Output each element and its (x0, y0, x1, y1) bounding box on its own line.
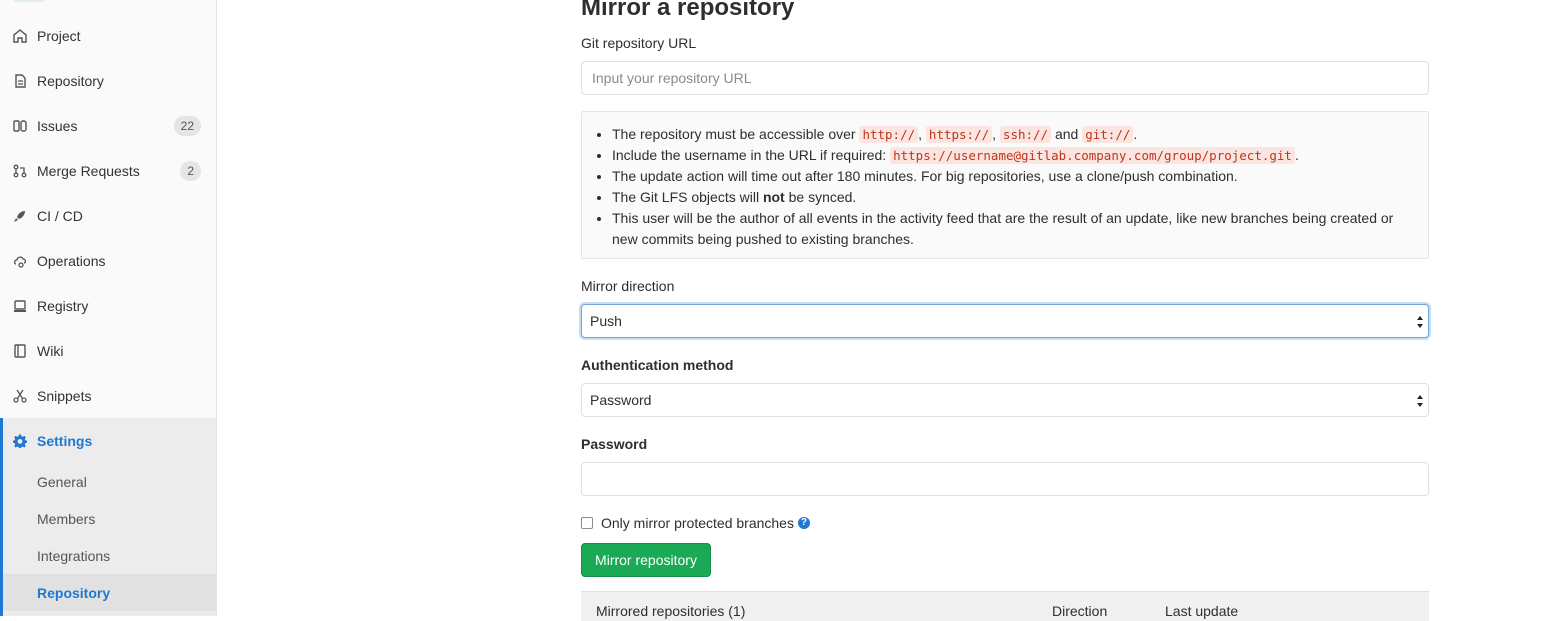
sidebar-item-issues[interactable]: Issues 22 (0, 103, 216, 148)
sidebar-item-label: Settings (37, 432, 93, 449)
auth-method-value: Password (590, 392, 652, 408)
password-input[interactable] (581, 462, 1429, 496)
merge-requests-count-badge: 2 (180, 160, 201, 181)
book-icon (13, 343, 27, 358)
sidebar-item-project[interactable]: Project (0, 13, 216, 58)
cloud-gear-icon (13, 254, 27, 268)
sidebar-item-label: Repository (37, 72, 104, 89)
password-label: Password (581, 436, 648, 452)
select-arrows-icon (1417, 316, 1423, 328)
home-icon (13, 28, 27, 43)
sidebar-item-label: Merge Requests (37, 162, 140, 179)
issues-count-badge: 22 (173, 115, 201, 136)
rocket-icon (13, 209, 27, 223)
submenu-item-integrations[interactable]: Integrations (3, 537, 216, 574)
code-example-url: https://username@gitlab.company.com/grou… (890, 147, 1295, 164)
protected-branches-label[interactable]: Only mirror protected branches (601, 515, 794, 531)
help-icon[interactable]: ? (797, 517, 810, 529)
sidebar-item-label: Project (37, 27, 81, 44)
protected-branches-checkbox[interactable] (581, 517, 593, 529)
column-header-direction: Direction (1052, 603, 1108, 619)
info-box: The repository must be accessible over h… (581, 111, 1429, 259)
sidebar-item-merge-requests[interactable]: Merge Requests 2 (0, 148, 216, 193)
sidebar-item-label: Registry (37, 297, 89, 314)
submenu-item-repository[interactable]: Repository (3, 574, 216, 611)
code-https: https:// (925, 126, 993, 143)
mirror-repository-button[interactable]: Mirror repository (581, 543, 711, 577)
sidebar-item-settings[interactable]: Settings (0, 418, 216, 463)
merge-icon (13, 164, 27, 178)
info-line-author: This user will be the author of all even… (612, 208, 1413, 250)
sidebar-item-wiki[interactable]: Wiki (0, 328, 216, 373)
mirror-direction-value: Push (590, 313, 622, 329)
info-line-lfs: The Git LFS objects will not be synced. (612, 187, 1413, 208)
submenu-item-general[interactable]: General (3, 463, 216, 500)
settings-submenu: General Members Integrations Repository (0, 463, 216, 616)
auth-method-label: Authentication method (581, 357, 734, 373)
code-git: git:// (1082, 126, 1134, 143)
url-label: Git repository URL (581, 35, 697, 51)
column-header-last-update: Last update (1165, 603, 1239, 619)
sidebar-item-label: Issues (37, 117, 78, 134)
sidebar-item-ci-cd[interactable]: CI / CD (0, 193, 216, 238)
column-header-repositories: Mirrored repositories (1) (596, 603, 746, 619)
sidebar-item-label: Snippets (37, 387, 92, 404)
repository-url-input[interactable] (581, 61, 1429, 95)
page-title: Mirror a repository (581, 0, 795, 21)
gear-icon (13, 434, 27, 448)
sidebar-item-label: Operations (37, 252, 106, 269)
sidebar-item-label: CI / CD (37, 207, 83, 224)
protected-branches-row: Only mirror protected branches ? (581, 515, 810, 531)
code-ssh: ssh:// (999, 126, 1052, 143)
auth-method-select[interactable]: Password (581, 383, 1429, 417)
sidebar: Project Repository Issues 22 Merge Reque… (0, 0, 217, 616)
info-line-username: Include the username in the URL if requi… (612, 145, 1413, 166)
scissors-icon (13, 389, 27, 403)
sidebar-item-operations[interactable]: Operations (0, 238, 216, 283)
disk-icon (13, 299, 27, 313)
sidebar-item-label: Wiki (37, 342, 64, 359)
issues-icon (13, 119, 27, 133)
sidebar-item-snippets[interactable]: Snippets (0, 373, 216, 418)
submenu-item-members[interactable]: Members (3, 500, 216, 537)
sidebar-item-repository[interactable]: Repository (0, 58, 216, 103)
direction-label: Mirror direction (581, 278, 675, 294)
mirror-direction-select[interactable]: Push (581, 304, 1429, 338)
sidebar-item-registry[interactable]: Registry (0, 283, 216, 328)
sidebar-top-tab (13, 0, 45, 2)
code-http: http:// (859, 126, 919, 143)
select-arrows-icon (1417, 395, 1423, 407)
info-line-timeout: The update action will time out after 18… (612, 166, 1413, 187)
doc-icon (13, 73, 27, 88)
info-line-protocols: The repository must be accessible over h… (612, 124, 1413, 145)
mirrored-repositories-table-header: Mirrored repositories (1) Direction Last… (581, 591, 1429, 621)
